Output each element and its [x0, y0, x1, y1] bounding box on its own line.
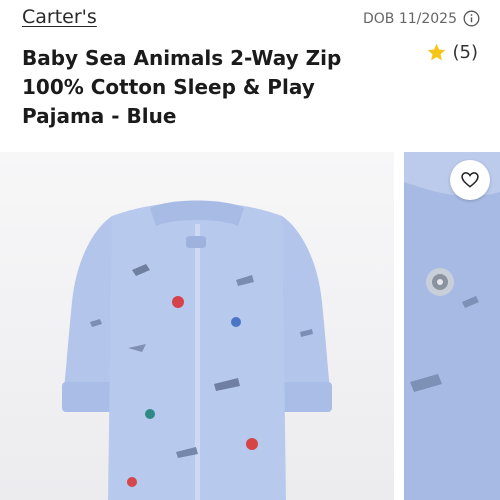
heart-outline-icon — [460, 170, 480, 190]
star-icon — [426, 42, 447, 63]
favorite-button[interactable] — [450, 160, 490, 200]
rating-summary[interactable]: (5) — [426, 42, 479, 63]
product-title: Baby Sea Animals 2-Way Zip 100% Cotton S… — [22, 46, 342, 128]
top-bar: Carter's DOB 11/2025 — [22, 6, 480, 32]
dob-info[interactable]: DOB 11/2025 — [363, 10, 480, 27]
rating-count: (5) — [452, 42, 479, 63]
product-photo-main[interactable] — [0, 152, 394, 500]
brand-link[interactable]: Carter's — [22, 6, 97, 28]
dob-label: DOB 11/2025 — [362, 10, 457, 27]
info-circle-icon[interactable] — [463, 10, 480, 27]
product-image-gallery[interactable] — [0, 152, 500, 500]
product-photo-detail[interactable] — [404, 152, 500, 500]
